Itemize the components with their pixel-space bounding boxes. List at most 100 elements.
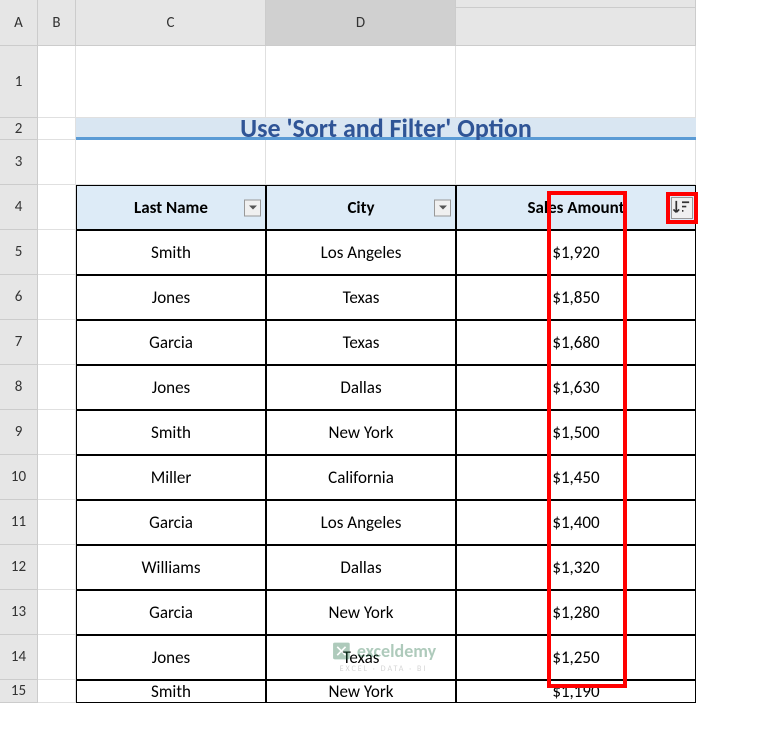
cell-city[interactable]: Los Angeles <box>266 500 456 545</box>
cell-last-name[interactable]: Smith <box>76 680 266 703</box>
row-header-4[interactable]: 4 <box>0 185 38 230</box>
cell-sales[interactable]: $1,450 <box>456 455 696 500</box>
cell-sales[interactable]: $1,500 <box>456 410 696 455</box>
header-label: Sales Amount <box>527 197 624 218</box>
title-cell[interactable]: Use 'Sort and Filter' Option <box>76 118 696 140</box>
row-label: 10 <box>11 468 26 486</box>
cell-d1[interactable] <box>456 46 696 118</box>
cell-a10[interactable] <box>38 455 76 500</box>
cell-last-name[interactable]: Jones <box>76 275 266 320</box>
cell-a1[interactable] <box>38 46 76 118</box>
cell-city[interactable]: New York <box>266 410 456 455</box>
row-header-7[interactable]: 7 <box>0 320 38 365</box>
cell-last-name[interactable]: Garcia <box>76 320 266 365</box>
cell-a13[interactable] <box>38 590 76 635</box>
cell-sales[interactable]: $1,850 <box>456 275 696 320</box>
cell-b1[interactable] <box>76 46 266 118</box>
watermark-icon <box>331 641 351 661</box>
row-header-15[interactable]: 15 <box>0 680 38 703</box>
row-header-9[interactable]: 9 <box>0 410 38 455</box>
cell-city[interactable]: New York <box>266 590 456 635</box>
header-last-name[interactable]: Last Name <box>76 185 266 230</box>
header-city[interactable]: City <box>266 185 456 230</box>
cell-c1[interactable] <box>266 46 456 118</box>
cell-last-name[interactable]: Jones <box>76 635 266 680</box>
cell-sales[interactable]: $1,630 <box>456 365 696 410</box>
cell-sales[interactable]: $1,320 <box>456 545 696 590</box>
header-label: City <box>347 197 374 218</box>
cell-a5[interactable] <box>38 230 76 275</box>
cell-last-name[interactable]: Garcia <box>76 500 266 545</box>
corner-cell[interactable] <box>456 0 696 8</box>
cell-last-name[interactable]: Miller <box>76 455 266 500</box>
cell-a6[interactable] <box>38 275 76 320</box>
row-header-1[interactable]: 1 <box>0 46 38 118</box>
cell-city[interactable]: Texas <box>266 275 456 320</box>
row-label: 6 <box>15 288 23 306</box>
cell-b3[interactable] <box>76 140 266 185</box>
row-label: 2 <box>15 120 23 138</box>
cell-sales[interactable]: $1,280 <box>456 590 696 635</box>
col-header-c[interactable]: C <box>76 0 266 46</box>
cell-d3[interactable] <box>456 140 696 185</box>
row-header-12[interactable]: 12 <box>0 545 38 590</box>
cell-last-name[interactable]: Smith <box>76 410 266 455</box>
row-header-5[interactable]: 5 <box>0 230 38 275</box>
row-label: 12 <box>11 558 26 576</box>
col-label: D <box>356 14 365 32</box>
cell-last-name[interactable]: Williams <box>76 545 266 590</box>
cell-a14[interactable] <box>38 635 76 680</box>
row-label: 9 <box>15 423 23 441</box>
cell-sales[interactable]: $1,680 <box>456 320 696 365</box>
cell-last-name[interactable]: Jones <box>76 365 266 410</box>
cell-city[interactable]: Los Angeles <box>266 230 456 275</box>
dropdown-icon <box>438 203 448 213</box>
cell-a15[interactable] <box>38 680 76 703</box>
cell-c3[interactable] <box>266 140 456 185</box>
row-label: 15 <box>11 682 26 700</box>
select-all[interactable] <box>456 8 696 46</box>
row-label: 14 <box>11 648 26 666</box>
row-header-8[interactable]: 8 <box>0 365 38 410</box>
row-label: 4 <box>15 198 23 216</box>
row-header-6[interactable]: 6 <box>0 275 38 320</box>
col-header-d[interactable]: D <box>266 0 456 46</box>
filter-button-city[interactable] <box>434 199 451 216</box>
sort-button-sales[interactable] <box>671 197 693 219</box>
row-header-3[interactable]: 3 <box>0 140 38 185</box>
cell-a7[interactable] <box>38 320 76 365</box>
row-header-14[interactable]: 14 <box>0 635 38 680</box>
cell-sales[interactable]: $1,190 <box>456 680 696 703</box>
header-sales-amount[interactable]: Sales Amount <box>456 185 696 230</box>
cell-a2[interactable] <box>38 118 76 140</box>
row-header-13[interactable]: 13 <box>0 590 38 635</box>
col-label: A <box>14 14 23 32</box>
row-header-11[interactable]: 11 <box>0 500 38 545</box>
cell-city[interactable]: California <box>266 455 456 500</box>
cell-a12[interactable] <box>38 545 76 590</box>
cell-city[interactable]: Dallas <box>266 545 456 590</box>
filter-button-last-name[interactable] <box>244 199 261 216</box>
watermark-name: exceldemy <box>357 640 436 662</box>
cell-sales[interactable]: $1,400 <box>456 500 696 545</box>
cell-city[interactable]: Texas <box>266 320 456 365</box>
cell-a4[interactable] <box>38 185 76 230</box>
cell-sales[interactable]: $1,250 <box>456 635 696 680</box>
header-label: Last Name <box>134 197 208 218</box>
spreadsheet-grid: A B C D 1 2 Use 'Sort and Filter' Option… <box>0 0 767 703</box>
col-label: C <box>167 14 175 32</box>
row-header-2[interactable]: 2 <box>0 118 38 140</box>
cell-a11[interactable] <box>38 500 76 545</box>
cell-city[interactable]: Dallas <box>266 365 456 410</box>
cell-sales[interactable]: $1,920 <box>456 230 696 275</box>
cell-last-name[interactable]: Garcia <box>76 590 266 635</box>
col-header-a[interactable]: A <box>0 0 38 46</box>
cell-a8[interactable] <box>38 365 76 410</box>
cell-city[interactable]: New York <box>266 680 456 703</box>
cell-last-name[interactable]: Smith <box>76 230 266 275</box>
row-label: 7 <box>15 333 23 351</box>
col-header-b[interactable]: B <box>38 0 76 46</box>
cell-a9[interactable] <box>38 410 76 455</box>
cell-a3[interactable] <box>38 140 76 185</box>
row-header-10[interactable]: 10 <box>0 455 38 500</box>
